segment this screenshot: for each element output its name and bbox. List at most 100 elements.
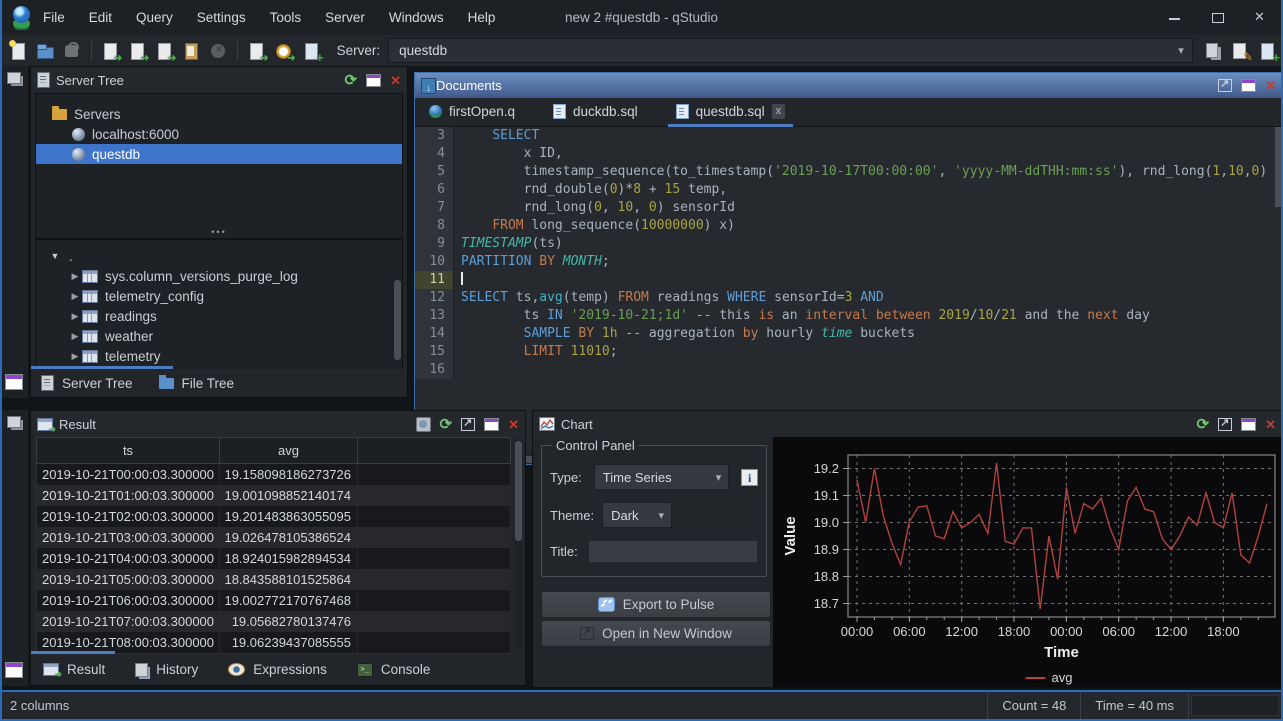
menu-file[interactable]: File: [43, 10, 65, 25]
stacked-windows-icon[interactable]: [7, 72, 21, 84]
menu-help[interactable]: Help: [468, 10, 496, 25]
maximize-panel-icon[interactable]: [1241, 79, 1256, 92]
maximize-icon[interactable]: [1211, 11, 1224, 24]
chart-theme-select[interactable]: Dark: [602, 502, 672, 528]
run-query-icon[interactable]: [100, 41, 121, 61]
tree-item-table[interactable]: ▶readings: [36, 306, 402, 326]
menu-server[interactable]: Server: [325, 10, 365, 25]
table-row[interactable]: 2019-10-21T04:00:03.30000018.92401598289…: [37, 548, 511, 569]
bottom-tab-history[interactable]: History: [135, 662, 198, 677]
sql-editor[interactable]: 3 SELECT4 x ID,5 timestamp_sequence(to_t…: [415, 127, 1282, 454]
column-header[interactable]: [358, 438, 511, 464]
menu-tools[interactable]: Tools: [270, 10, 302, 25]
open-file-icon[interactable]: [35, 41, 56, 61]
table-row[interactable]: 2019-10-21T03:00:03.30000019.02647810538…: [37, 527, 511, 548]
side-tab-file-tree[interactable]: File Tree: [159, 376, 235, 391]
tree-item-table[interactable]: ▶telemetry: [36, 346, 402, 366]
control-panel-groupbox: Control Panel Type: Time Series Theme: D…: [541, 445, 767, 577]
server-tree-header: Server Tree: [31, 67, 407, 93]
tables-tree-scrollbar[interactable]: [394, 280, 401, 360]
table-row[interactable]: 2019-10-21T00:00:03.30000019.15809818627…: [37, 464, 511, 486]
table-row[interactable]: 2019-10-21T06:00:03.30000019.00277217076…: [37, 590, 511, 611]
table-row[interactable]: 2019-10-21T07:00:03.30000019.05682780137…: [37, 611, 511, 632]
side-tab-label: Server Tree: [62, 376, 133, 391]
table-row[interactable]: 2019-10-21T05:00:03.30000018.84358810152…: [37, 569, 511, 590]
maximize-panel-icon[interactable]: [366, 74, 381, 87]
tree-item-servers-root[interactable]: Servers: [36, 104, 402, 124]
toolbar: Server: questdb: [2, 35, 1281, 67]
refresh-icon[interactable]: [345, 73, 358, 88]
editor-line: 11: [415, 271, 1282, 289]
menu-settings[interactable]: Settings: [197, 10, 246, 25]
server-select[interactable]: questdb: [388, 38, 1193, 63]
add-server-icon[interactable]: [1257, 41, 1278, 61]
clipboard-icon[interactable]: [181, 41, 202, 61]
maximize-panel-icon[interactable]: [484, 418, 499, 431]
bottom-tab-console[interactable]: Console: [357, 662, 431, 677]
doc-tab-duckdb.sql[interactable]: duckdb.sql: [551, 99, 640, 126]
send-query-icon[interactable]: [246, 41, 267, 61]
restore-window-icon[interactable]: [5, 374, 23, 390]
chevron-right-icon[interactable]: ▶: [68, 351, 82, 362]
chart-title-input[interactable]: [588, 540, 758, 563]
close-icon[interactable]: [1254, 11, 1267, 24]
side-tab-server-tree[interactable]: Server Tree: [41, 375, 133, 391]
copy-server-icon[interactable]: [1203, 41, 1224, 61]
side-tab-bar: Server Tree File Tree: [31, 369, 407, 397]
menu-windows[interactable]: Windows: [389, 10, 444, 25]
new-document-icon[interactable]: [8, 41, 29, 61]
tree-item-table[interactable]: ▶sys.column_versions_purge_log: [36, 266, 402, 286]
status-bar: 2 columns Count = 48 Time = 40 ms: [2, 690, 1281, 719]
popout-icon[interactable]: [1218, 79, 1232, 92]
minimize-icon[interactable]: [1168, 11, 1181, 24]
chevron-right-icon[interactable]: ▶: [68, 291, 82, 302]
chart-type-select[interactable]: Time Series: [594, 464, 730, 490]
table-row[interactable]: 2019-10-21T01:00:03.30000019.00109885214…: [37, 485, 511, 506]
tree-item-db-root[interactable]: ▼ .: [36, 246, 402, 266]
info-icon[interactable]: [741, 469, 758, 486]
refresh-icon[interactable]: [1197, 417, 1210, 432]
doc-tab-firstOpen.q[interactable]: firstOpen.q: [427, 99, 517, 126]
editor-vertical-scrollbar[interactable]: [1274, 127, 1282, 454]
restore-window-icon[interactable]: [5, 662, 23, 678]
add-script-icon[interactable]: [301, 41, 322, 61]
schedule-query-icon[interactable]: [273, 41, 294, 61]
tree-splitter[interactable]: [35, 229, 403, 237]
tree-item-server[interactable]: localhost:6000: [36, 124, 402, 144]
menu-edit[interactable]: Edit: [89, 10, 112, 25]
doc-tab-label: firstOpen.q: [449, 104, 515, 119]
export-result-icon[interactable]: [416, 417, 431, 432]
export-to-pulse-button[interactable]: Export to Pulse: [541, 591, 771, 618]
refresh-icon[interactable]: [440, 417, 453, 432]
code-text: LIMIT 11010;: [454, 343, 618, 361]
tree-item-table[interactable]: ▶weather: [36, 326, 402, 346]
open-in-new-window-button[interactable]: Open in New Window: [541, 620, 771, 647]
close-panel-icon[interactable]: [508, 417, 519, 432]
run-selection-icon[interactable]: [154, 41, 175, 61]
result-table[interactable]: tsavg 2019-10-21T00:00:03.30000019.15809…: [36, 437, 511, 654]
stacked-windows-icon[interactable]: [7, 416, 21, 428]
popout-icon[interactable]: [461, 418, 475, 431]
tree-item-server[interactable]: questdb: [36, 144, 402, 164]
menu-query[interactable]: Query: [136, 10, 173, 25]
maximize-panel-icon[interactable]: [1241, 418, 1256, 431]
chevron-down-icon[interactable]: ▼: [48, 251, 62, 261]
column-header[interactable]: ts: [37, 438, 220, 464]
close-panel-icon[interactable]: [1265, 78, 1276, 93]
chevron-right-icon[interactable]: ▶: [68, 271, 82, 282]
chevron-right-icon[interactable]: ▶: [68, 331, 82, 342]
close-tab-icon[interactable]: x: [772, 104, 786, 119]
tree-item-table[interactable]: ▶telemetry_config: [36, 286, 402, 306]
table-row[interactable]: 2019-10-21T02:00:03.30000019.20148386305…: [37, 506, 511, 527]
result-scrollbar[interactable]: [515, 439, 522, 649]
run-line-icon[interactable]: [127, 41, 148, 61]
close-panel-icon[interactable]: [390, 73, 401, 88]
column-header[interactable]: avg: [220, 438, 358, 464]
close-panel-icon[interactable]: [1265, 417, 1276, 432]
bottom-tab-expressions[interactable]: Expressions: [228, 662, 327, 677]
edit-server-icon[interactable]: [1230, 41, 1251, 61]
doc-tab-questdb.sql[interactable]: questdb.sqlx: [674, 99, 788, 126]
popout-icon[interactable]: [1218, 418, 1232, 431]
bottom-tab-result[interactable]: Result: [43, 662, 105, 677]
chevron-right-icon[interactable]: ▶: [68, 311, 82, 322]
